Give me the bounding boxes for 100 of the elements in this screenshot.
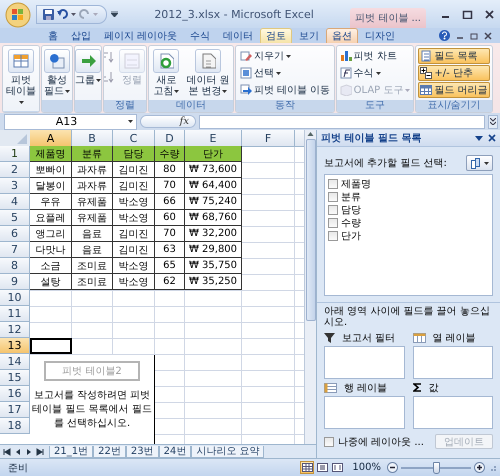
ribbon-button[interactable]: 피벗 차트 — [338, 48, 412, 64]
insert-function-button[interactable]: fx — [140, 115, 196, 128]
active-cell[interactable] — [30, 338, 72, 354]
previous-sheet-icon[interactable] — [14, 448, 22, 456]
office-logo-icon[interactable] — [4, 2, 32, 28]
column-header[interactable]: A — [30, 130, 72, 147]
row-header[interactable]: 1 — [0, 146, 30, 162]
sheet-tab[interactable]: 21_1번 — [49, 446, 94, 458]
help-icon[interactable] — [439, 30, 450, 41]
row-header[interactable]: 5 — [0, 210, 30, 226]
last-sheet-icon[interactable] — [36, 448, 44, 456]
ribbon-tab[interactable]: 페이지 레이아웃 — [98, 28, 184, 43]
ribbon-button[interactable]: 수식 — [338, 65, 412, 81]
column-header[interactable]: D — [155, 130, 185, 147]
sort-descending-icon[interactable] — [104, 71, 114, 83]
sheet-tab[interactable]: 24번 — [158, 446, 192, 458]
ribbon-button[interactable]: 그룹 — [75, 47, 101, 99]
field-name[interactable]: 제품명 — [341, 176, 371, 190]
ribbon-tab[interactable]: 삽입 — [65, 28, 97, 43]
table-cell: 앵그리 — [30, 226, 72, 242]
view-button[interactable] — [315, 461, 330, 474]
row-header[interactable]: 17 — [0, 402, 30, 418]
sort-ascending-icon[interactable] — [104, 51, 114, 63]
next-sheet-icon[interactable] — [25, 448, 33, 456]
sheet-tab[interactable]: 시나리오 요약 — [191, 446, 264, 458]
close-icon[interactable] — [488, 134, 496, 142]
ribbon-button[interactable]: +/- 단추 — [418, 65, 490, 81]
row-header[interactable]: 11 — [0, 306, 30, 322]
layout-button[interactable] — [466, 155, 493, 171]
zoom-out-icon[interactable] — [387, 462, 398, 473]
ribbon-button[interactable]: 지우기 — [238, 48, 332, 64]
undo-icon[interactable] — [57, 9, 68, 19]
row-header[interactable]: 14 — [0, 354, 30, 370]
dropdown-icon[interactable] — [475, 136, 483, 140]
row-header[interactable]: 9 — [0, 274, 30, 290]
customize-caret-icon[interactable] — [111, 11, 118, 17]
ribbon-button[interactable]: 피벗 테이블 — [4, 47, 38, 110]
ribbon-button[interactable]: 필드 머리글 — [418, 82, 490, 98]
ribbon-tab[interactable]: 옵션 — [326, 28, 358, 43]
view-button[interactable] — [300, 461, 314, 474]
row-header[interactable]: 8 — [0, 258, 30, 274]
row-header[interactable]: 18 — [0, 418, 30, 434]
caret-icon — [276, 72, 281, 74]
row-header[interactable]: 15 — [0, 370, 30, 386]
column-header[interactable]: E — [185, 130, 242, 147]
scroll-thumb[interactable] — [306, 139, 316, 321]
first-sheet-icon[interactable] — [3, 448, 11, 456]
zoom-level[interactable]: 100% — [352, 462, 381, 473]
slider-thumb[interactable] — [432, 462, 440, 474]
checkbox[interactable] — [328, 230, 338, 240]
column-header[interactable]: B — [72, 130, 113, 147]
ribbon-tab[interactable]: 홈 — [42, 28, 64, 43]
close-icon[interactable] — [484, 10, 494, 18]
ribbon-tab[interactable]: 데이터 — [217, 28, 260, 43]
resize-grip-icon[interactable] — [488, 463, 497, 472]
ribbon-button[interactable]: 새로 고침 — [150, 47, 183, 99]
field-name[interactable]: 분류 — [341, 190, 361, 204]
restore-icon[interactable] — [470, 32, 478, 40]
ribbon-button[interactable]: 활성 필드 — [43, 47, 71, 99]
row-header[interactable]: 6 — [0, 226, 30, 242]
field-name[interactable]: 단가 — [341, 228, 361, 242]
ribbon-tab[interactable]: 수식 — [184, 28, 216, 43]
pivot-table-name: 피벗 테이블2 — [44, 361, 140, 381]
expand-button[interactable] — [488, 114, 498, 128]
checkbox[interactable] — [328, 218, 338, 228]
close-icon[interactable] — [484, 32, 492, 40]
view-button[interactable] — [330, 461, 344, 474]
defer-update-label[interactable]: 나중에 레이아웃 ... — [338, 434, 424, 448]
field-name[interactable]: 담당 — [341, 202, 361, 216]
ribbon-button[interactable]: 데이터 원본 변경 — [184, 47, 232, 99]
row-header[interactable]: 16 — [0, 386, 30, 402]
save-icon[interactable] — [43, 8, 54, 20]
row-header[interactable]: 13 — [0, 338, 30, 354]
formula-input[interactable] — [199, 114, 485, 128]
checkbox[interactable] — [328, 192, 338, 202]
zoom-in-icon[interactable] — [474, 462, 485, 473]
sheet-tab[interactable]: 22번 — [93, 446, 126, 458]
row-header[interactable]: 2 — [0, 162, 30, 178]
maximize-icon[interactable] — [462, 10, 472, 18]
row-header[interactable]: 12 — [0, 322, 30, 338]
ribbon-tab[interactable]: 검토 — [260, 28, 292, 43]
row-header[interactable]: 10 — [0, 290, 30, 306]
column-header[interactable]: C — [113, 130, 155, 147]
ribbon-button[interactable]: 필드 목록 — [418, 48, 490, 64]
row-header[interactable]: 7 — [0, 242, 30, 258]
ribbon-button[interactable]: 선택 — [238, 65, 332, 81]
ribbon-tab[interactable]: 보기 — [293, 28, 326, 43]
ribbon-button[interactable]: 피벗 테이블 이동 — [238, 82, 332, 98]
sheet-tab[interactable]: 23번 — [126, 446, 159, 458]
ribbon-tab[interactable]: 디자인 — [359, 28, 402, 43]
checkbox[interactable] — [328, 204, 338, 214]
checkbox[interactable] — [328, 178, 338, 188]
column-header[interactable]: F — [242, 130, 295, 147]
checkbox[interactable] — [324, 436, 334, 446]
vertical-scrollbar[interactable] — [304, 130, 316, 444]
plus-minus-icon — [420, 67, 432, 79]
name-box[interactable]: A13 — [4, 114, 137, 130]
row-header[interactable]: 3 — [0, 178, 30, 194]
field-name[interactable]: 수량 — [341, 216, 361, 230]
row-header[interactable]: 4 — [0, 194, 30, 210]
